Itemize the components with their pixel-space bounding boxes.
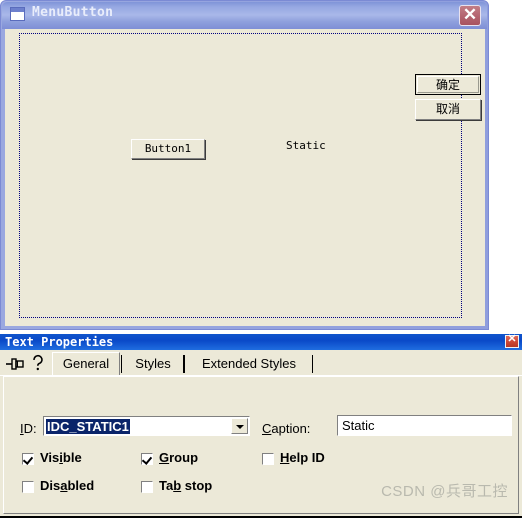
close-glyph: ✕ — [507, 333, 517, 345]
watermark-text: CSDN @兵哥工控 — [381, 483, 508, 500]
checkbox-disabled-label[interactable]: Disabled — [40, 478, 94, 493]
id-combobox[interactable]: IDC_STATIC1 — [43, 416, 250, 436]
close-icon[interactable]: ✕ — [505, 333, 519, 348]
checkbox-visible[interactable] — [22, 453, 34, 465]
dialog-editor-window: MenuButton ✕ 确定 取消 Button1 Static — [0, 0, 489, 330]
general-tab-page: ID: IDC_STATIC1 Caption: Static Visible — [3, 376, 519, 514]
help-question-svg — [33, 354, 43, 371]
close-glyph: ✕ — [462, 5, 478, 24]
id-label-rest: D: — [23, 421, 37, 436]
checkbox-help-id[interactable] — [262, 453, 274, 465]
cancel-button[interactable]: 取消 — [415, 99, 481, 120]
label-post: roup — [169, 450, 199, 465]
label-post: ble — [62, 450, 82, 465]
caption-input-value: Static — [342, 418, 375, 433]
close-icon[interactable]: ✕ — [459, 5, 481, 26]
ok-button-label: 确定 — [417, 76, 479, 93]
label-post: elp ID — [289, 450, 325, 465]
caption-input[interactable]: Static — [337, 415, 512, 436]
properties-title: Text Properties — [5, 335, 114, 349]
checkbox-visible-label[interactable]: Visible — [40, 450, 82, 465]
text-properties-window: Text Properties ✕ General Styles Extende… — [0, 333, 522, 518]
properties-body: General Styles Extended Styles ID: IDC_S… — [0, 350, 522, 518]
label-post: stop — [181, 478, 213, 493]
label-pre: Ta — [159, 478, 174, 493]
tab-general[interactable]: General — [52, 352, 120, 376]
checkbox-tab-stop-label[interactable]: Tab stop — [159, 478, 212, 493]
caption-field-label: Caption: — [262, 421, 310, 436]
chevron-down-arrow — [236, 425, 244, 429]
properties-titlebar[interactable]: Text Properties ✕ — [0, 333, 522, 350]
pushpin-icon[interactable] — [6, 356, 26, 372]
dialog-editor-titlebar[interactable]: MenuButton ✕ — [2, 2, 487, 29]
checkbox-help-id-label[interactable]: Help ID — [280, 450, 325, 465]
label-accel: G — [159, 450, 170, 465]
label-accel: b — [173, 478, 182, 493]
checkbox-tab-stop[interactable] — [141, 481, 153, 493]
dialog-design-surface[interactable]: 确定 取消 Button1 Static — [19, 33, 481, 318]
tab-styles[interactable]: Styles — [121, 353, 184, 375]
id-input-value[interactable]: IDC_STATIC1 — [46, 419, 130, 434]
checkbox-group[interactable] — [141, 453, 153, 465]
dialog-editor-title: MenuButton — [32, 5, 114, 20]
tab-extended-styles[interactable]: Extended Styles — [184, 353, 313, 375]
label-post: bled — [67, 478, 95, 493]
help-icon[interactable] — [30, 354, 46, 372]
chevron-down-icon[interactable] — [231, 418, 248, 434]
screenshot-root: MenuButton ✕ 确定 取消 Button1 Static Text P… — [0, 0, 522, 518]
checkbox-disabled[interactable] — [22, 481, 34, 493]
label-pre: Dis — [40, 478, 61, 493]
id-field-label: ID: — [20, 421, 37, 436]
checkbox-group-label[interactable]: Group — [159, 450, 198, 465]
static-text-control[interactable]: Static — [286, 139, 326, 152]
dialog-editor-client: 确定 取消 Button1 Static — [5, 29, 485, 326]
caption-label-accel: C — [262, 421, 272, 436]
window-icon — [10, 7, 25, 21]
pushpin-svg — [6, 358, 24, 370]
caption-label-rest: aption: — [271, 421, 311, 436]
ok-button[interactable]: 确定 — [415, 74, 481, 95]
button1-control[interactable]: Button1 — [131, 139, 205, 159]
label-accel: H — [280, 450, 290, 465]
label-pre: Vis — [40, 450, 60, 465]
